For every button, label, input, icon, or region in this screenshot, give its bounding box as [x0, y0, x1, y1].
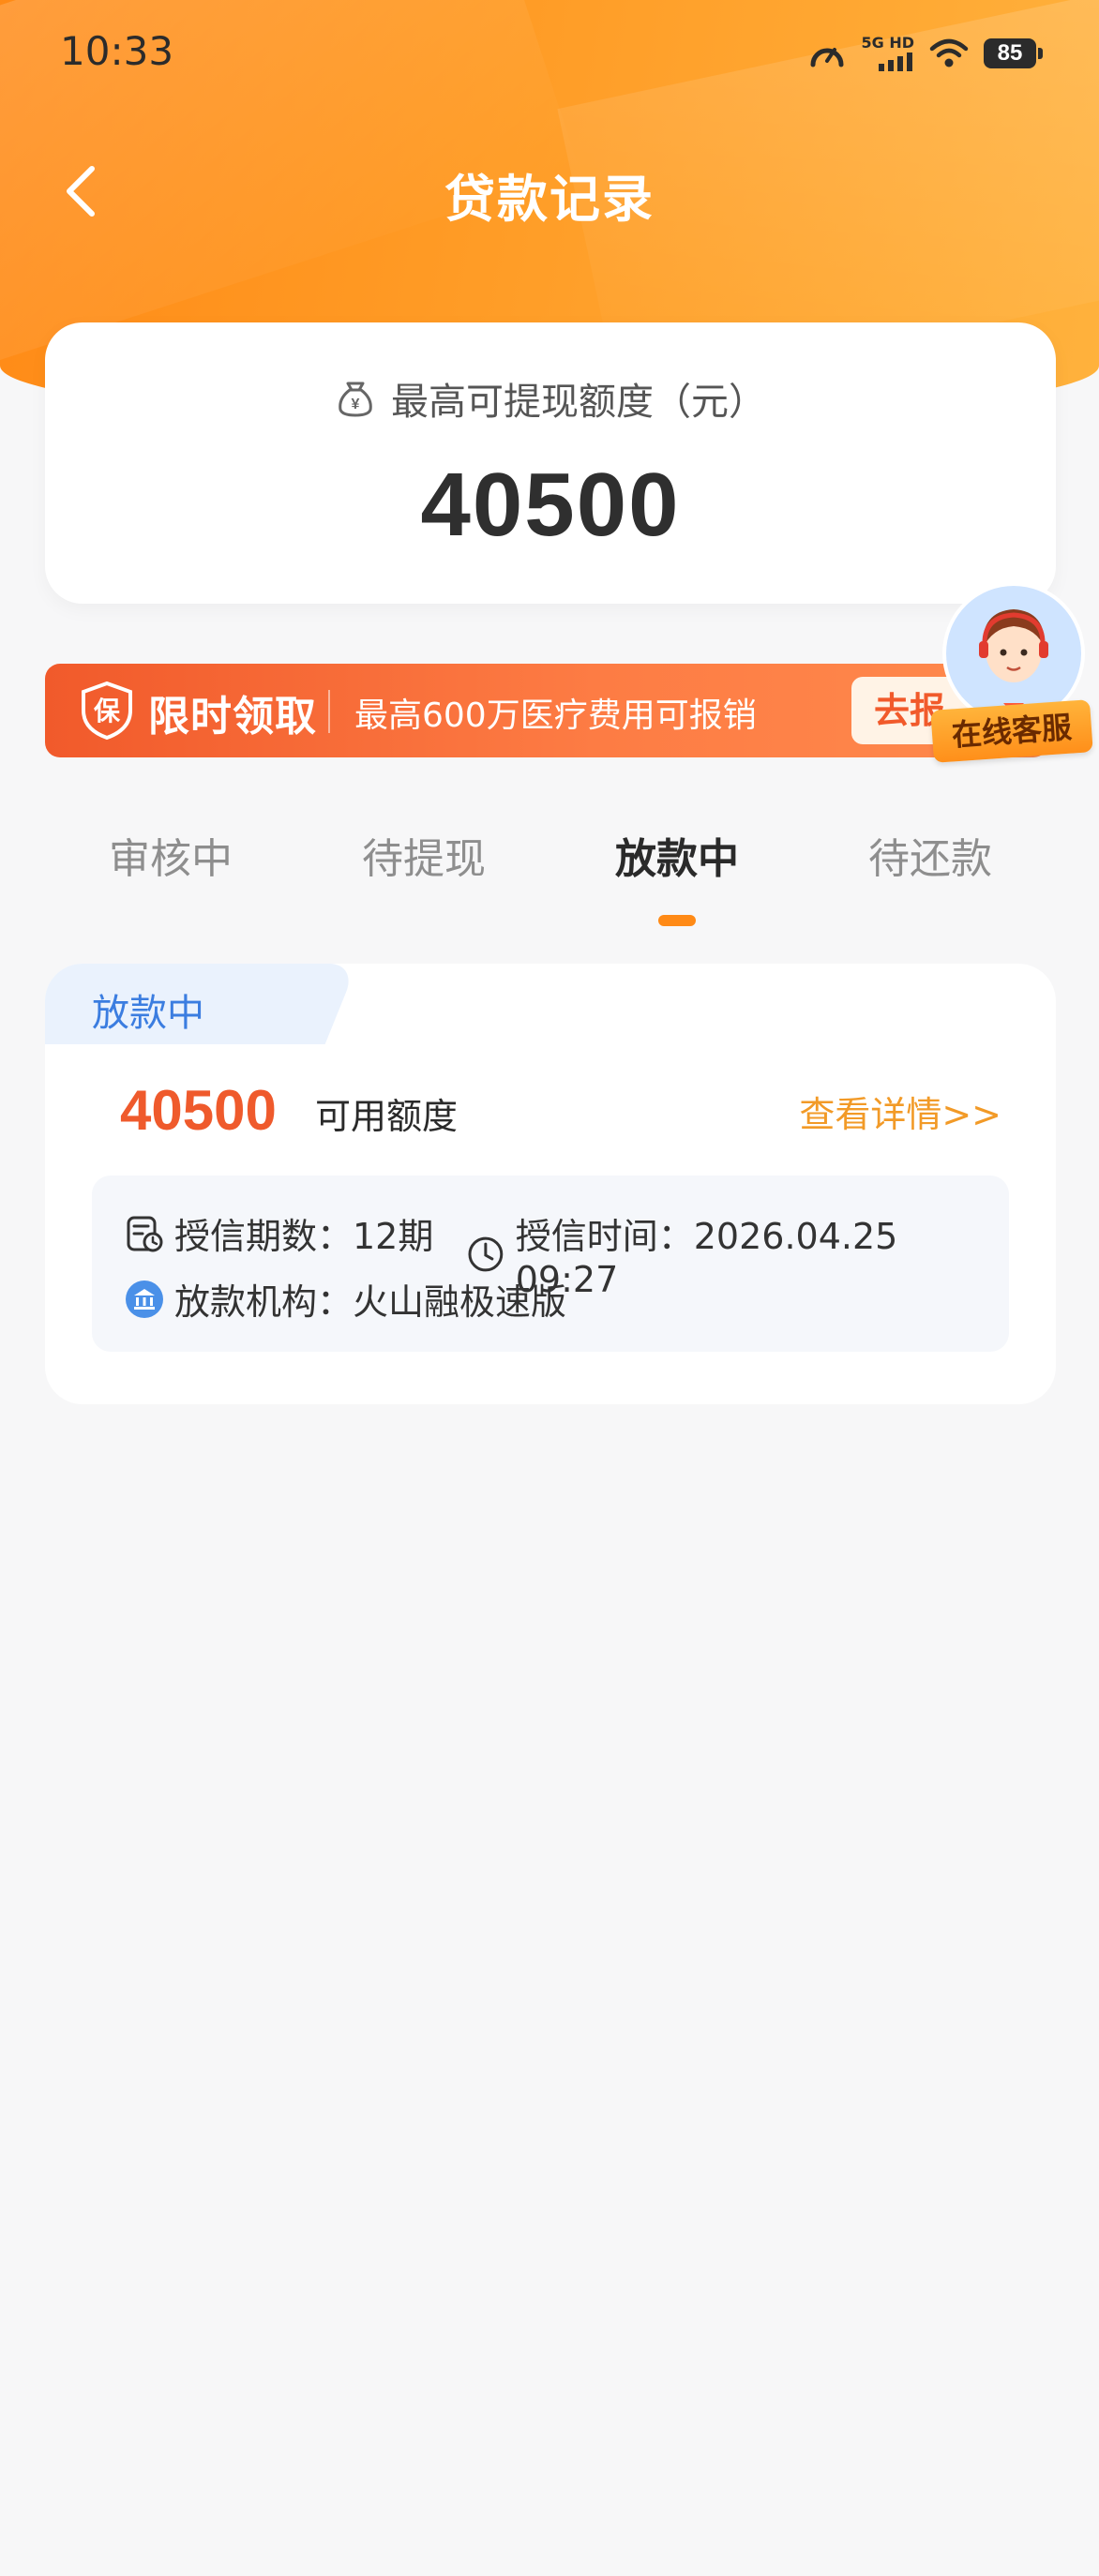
bank-icon [126, 1280, 163, 1318]
tab-pending-repayment[interactable]: 待还款 [836, 825, 1024, 885]
credit-term-row: 授信期数：12期 [124, 1207, 433, 1259]
shield-badge-char: 保 [94, 696, 121, 726]
customer-service-button[interactable]: 在线客服 [928, 583, 1097, 771]
promo-title: 限时领取 [148, 693, 317, 741]
status-badge-label: 放款中 [92, 992, 204, 1035]
status-icons: 5G HD 85 [808, 36, 1043, 71]
calendar-clock-icon [127, 1216, 163, 1251]
credit-term-text: 授信期数：12期 [174, 1216, 434, 1257]
record-amount-label: 可用额度 [315, 1096, 459, 1137]
limit-amount: 40500 [420, 455, 681, 555]
promo-description: 最高600万医疗费用可报销 [354, 696, 757, 735]
signal-icon: 5G HD [861, 36, 914, 71]
svg-text:¥: ¥ [352, 397, 360, 412]
record-amount: 40500 [120, 1079, 277, 1142]
view-details-link[interactable]: 查看详情>> [799, 1086, 1001, 1137]
shield-icon: 保 [82, 681, 132, 741]
lender-text: 放款机构：火山融极速版 [174, 1281, 567, 1323]
active-tab-indicator [658, 915, 696, 926]
lender-row: 放款机构：火山融极速版 [124, 1273, 566, 1325]
promo-banner[interactable]: 保 限时领取 最高600万医疗费用可报销 去报 [45, 664, 1048, 757]
status-time: 10:33 [60, 28, 174, 74]
withdrawal-limit-card: ¥ 最高可提现额度（元） 40500 [45, 322, 1056, 604]
promo-divider [328, 690, 330, 733]
credit-time-text: 授信时间：2026.04.25 09:27 [515, 1216, 898, 1300]
record-info-panel: 授信期数：12期 授信时间：2026.04.25 09:27 放款机构：火山融极… [92, 1176, 1009, 1352]
tab-reviewing[interactable]: 审核中 [77, 825, 264, 885]
loan-record-card[interactable]: 放款中 40500 可用额度 查看详情>> 授信期数：12期 授信时间：2026… [45, 964, 1056, 1404]
status-badge: 放款中 [45, 964, 289, 1044]
tab-disbursing[interactable]: 放款中 [583, 825, 771, 885]
limit-label-row: ¥ 最高可提现额度（元） [45, 371, 1056, 426]
status-bar: 10:33 5G HD 85 [0, 0, 1099, 111]
status-tabs: 审核中 待提现 放款中 待还款 [0, 825, 1099, 937]
limit-label: 最高可提现额度（元） [391, 381, 766, 424]
network-label: 5G HD [861, 34, 914, 52]
clock-icon [468, 1236, 504, 1271]
tab-pending-withdrawal[interactable]: 待提现 [330, 825, 518, 885]
battery-level: 85 [984, 38, 1036, 68]
speed-icon [810, 48, 844, 67]
customer-service-label: 在线客服 [930, 699, 1093, 763]
money-bag-icon: ¥ [339, 382, 372, 417]
wifi-icon [929, 38, 969, 67]
battery-icon: 85 [984, 38, 1043, 68]
page-title: 贷款记录 [444, 170, 655, 229]
